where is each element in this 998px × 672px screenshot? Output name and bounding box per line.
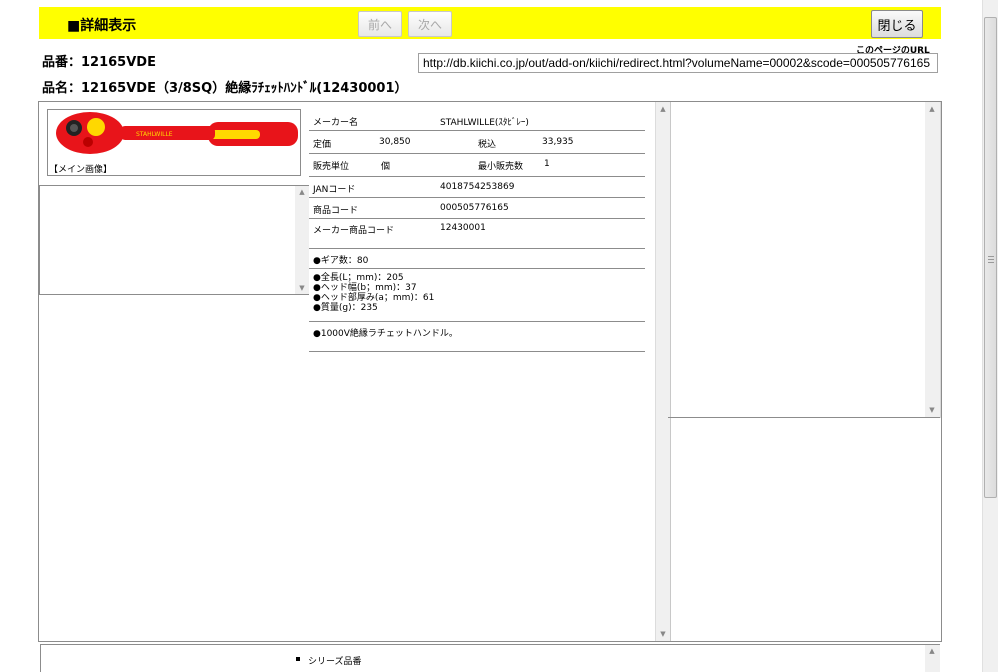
table-row: 販売単位 個 最小販売数 1 — [309, 154, 645, 177]
close-button[interactable]: 閉じる — [871, 10, 923, 38]
table-row: JANコード 4018754253869 — [309, 177, 645, 198]
page-title: ■詳細表示 — [67, 18, 137, 34]
sub-image-list: ▲ ▼ — [39, 185, 309, 295]
scroll-down-icon[interactable]: ▼ — [925, 406, 939, 414]
gear-spec: ●ギア数：80 — [313, 256, 369, 266]
svg-text:STAHLWILLE: STAHLWILLE — [136, 131, 173, 138]
maker-label: メーカー名 — [313, 118, 359, 128]
window-scroll-thumb[interactable] — [984, 17, 997, 498]
table-row: ●1000V絶縁ラチェットハンドル。 — [309, 322, 645, 352]
product-number: 品番：12165VDE — [42, 55, 156, 70]
right-panel — [668, 102, 941, 418]
prev-button[interactable]: 前へ — [358, 11, 402, 37]
unit-label: 販売単位 — [313, 162, 350, 172]
scroll-up-icon[interactable]: ▲ — [925, 105, 939, 113]
maker-code-value: 12430001 — [440, 223, 486, 233]
code-value: 000505776165 — [440, 203, 509, 213]
next-button[interactable]: 次へ — [408, 11, 452, 37]
code-label: 商品コード — [313, 206, 359, 216]
min-qty-value: 1 — [544, 159, 550, 169]
table-row: 商品コード 000505776165 — [309, 198, 645, 219]
header-bar — [39, 7, 941, 39]
scroll-up-icon[interactable]: ▲ — [925, 647, 939, 655]
product-note: ●1000V絶縁ラチェットハンドル。 — [313, 329, 458, 339]
image-caption: 【メイン画像】 — [49, 165, 113, 175]
spec-length: ●全長(L；mm)：205 — [313, 273, 404, 283]
min-qty-label: 最小販売数 — [478, 162, 524, 172]
spec-head-width: ●ヘッド幅(b；mm)：37 — [313, 283, 417, 293]
spec-weight: ●質量(g)：235 — [313, 303, 378, 313]
product-name: 品名：12165VDE（3/8SQ）絶縁ﾗﾁｪｯﾄﾊﾝﾄﾞﾙ(12430001） — [42, 81, 408, 96]
divider — [668, 417, 940, 418]
scroll-down-icon[interactable]: ▼ — [295, 284, 309, 292]
table-row: ●ギア数：80 — [309, 249, 645, 269]
jan-label: JANコード — [313, 185, 356, 195]
spec-head-thickness: ●ヘッド部厚み(a；mm)：61 — [313, 293, 435, 303]
table-row: ●全長(L；mm)：205 ●ヘッド幅(b；mm)：37 ●ヘッド部厚み(a；m… — [309, 269, 645, 322]
jan-value: 4018754253869 — [440, 182, 515, 192]
series-scrollbar[interactable]: ▲ — [925, 645, 940, 672]
table-row: 定価 30,850 税込 33,935 — [309, 131, 645, 154]
ratchet-handle-image: STAHLWILLE — [56, 112, 298, 154]
list-price-label: 定価 — [313, 140, 332, 150]
scroll-down-icon[interactable]: ▼ — [656, 630, 670, 638]
maker-value: STAHLWILLE(ｽﾀﾋﾞﾚｰ) — [440, 118, 529, 128]
sub-list-scrollbar[interactable]: ▲ ▼ — [295, 186, 309, 294]
bullet-icon — [296, 657, 300, 661]
table-row: メーカー名 STAHLWILLE(ｽﾀﾋﾞﾚｰ) — [309, 110, 645, 131]
right-panel-scrollbar[interactable]: ▲ ▼ — [925, 102, 940, 417]
list-price-value: 30,850 — [379, 137, 411, 147]
scroll-up-icon[interactable]: ▲ — [295, 188, 309, 196]
table-row: メーカー商品コード 12430001 — [309, 219, 645, 249]
maker-code-label: メーカー商品コード — [313, 226, 395, 236]
tax-in-value: 33,935 — [542, 137, 574, 147]
tax-in-label: 税込 — [478, 140, 497, 150]
series-label: シリーズ品番 — [308, 657, 362, 667]
unit-value: 個 — [381, 162, 391, 172]
url-field[interactable]: http://db.kiichi.co.jp/out/add-on/kiichi… — [418, 53, 938, 73]
series-panel — [40, 644, 940, 672]
